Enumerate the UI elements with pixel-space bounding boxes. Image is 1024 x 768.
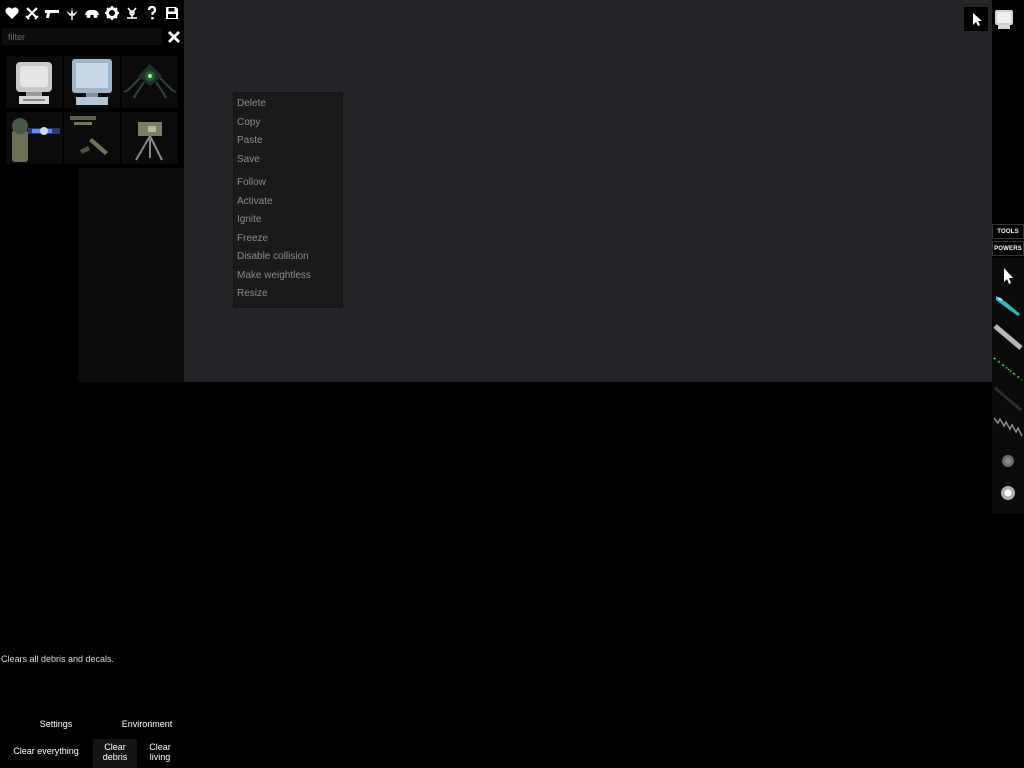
clear-debris-button[interactable]: Clear debris xyxy=(93,739,137,768)
tool-select[interactable] xyxy=(992,260,1024,290)
grey-rod-icon xyxy=(993,324,1023,350)
item-camera-tripod[interactable] xyxy=(122,112,178,164)
gear-icon[interactable] xyxy=(104,5,120,21)
clear-everything-button[interactable]: Clear everything xyxy=(6,746,86,756)
game-screen: Delete Copy Paste Save Follow Activate I… xyxy=(0,0,1024,768)
context-menu: Delete Copy Paste Save Follow Activate I… xyxy=(233,92,343,308)
filter-row xyxy=(0,28,184,46)
cursor-icon xyxy=(1004,268,1013,284)
cyan-blade-icon xyxy=(996,296,1020,316)
tab-powers[interactable]: POWERS xyxy=(992,241,1024,256)
menu-item-resize[interactable]: Resize xyxy=(237,288,268,299)
menu-item-delete[interactable]: Delete xyxy=(237,98,266,109)
filter-input[interactable] xyxy=(2,28,162,45)
item-plasma-turret[interactable] xyxy=(6,112,62,164)
spider-robot-icon xyxy=(123,64,177,99)
tool-dark-rod[interactable] xyxy=(992,384,1024,414)
tool-grey-rod[interactable] xyxy=(992,322,1024,352)
menu-item-activate[interactable]: Activate xyxy=(237,196,273,207)
crt-monitor-blue-icon xyxy=(72,59,112,105)
vehicle-icon[interactable] xyxy=(84,5,100,21)
item-rifle-parts[interactable] xyxy=(64,112,120,164)
clear-living-button[interactable]: Clear living xyxy=(142,742,178,762)
crossed-swords-icon[interactable] xyxy=(24,5,40,21)
contraption-button[interactable] xyxy=(992,7,1016,31)
menu-item-make-weightless[interactable]: Make weightless xyxy=(237,270,311,281)
menu-item-freeze[interactable]: Freeze xyxy=(237,233,268,244)
crt-monitor-grey-icon xyxy=(16,62,52,104)
hint-text: Clears all debris and decals. xyxy=(1,654,115,664)
item-crt-monitor-blue[interactable] xyxy=(64,56,120,108)
rifle-parts-icon xyxy=(70,116,108,155)
menu-item-follow[interactable]: Follow xyxy=(237,177,266,188)
dark-rod-icon xyxy=(994,386,1022,412)
save-icon[interactable] xyxy=(164,5,180,21)
close-icon[interactable] xyxy=(166,29,182,45)
tool-strip xyxy=(992,258,1024,514)
tab-tools[interactable]: TOOLS xyxy=(992,224,1024,239)
heart-icon[interactable] xyxy=(4,5,20,21)
select-mode-button[interactable] xyxy=(964,7,988,31)
tool-zigzag[interactable] xyxy=(992,414,1024,444)
white-orb-icon xyxy=(1001,486,1015,500)
menu-item-disable-collision[interactable]: Disable collision xyxy=(237,251,309,262)
grey-orb-icon xyxy=(1002,455,1014,467)
settings-button[interactable]: Settings xyxy=(28,719,84,729)
green-dotted-line-icon xyxy=(993,357,1023,381)
environment-button[interactable]: Environment xyxy=(114,719,180,729)
tool-cyan-blade[interactable] xyxy=(992,290,1024,320)
menu-item-ignite[interactable]: Ignite xyxy=(237,214,261,225)
biohazard-icon[interactable] xyxy=(124,5,140,21)
menu-item-paste[interactable]: Paste xyxy=(237,135,263,146)
pistol-icon[interactable] xyxy=(44,5,60,21)
item-spider-robot[interactable] xyxy=(122,56,178,108)
plasma-turret-icon xyxy=(12,118,60,162)
item-crt-monitor-grey[interactable] xyxy=(6,56,62,108)
item-panel xyxy=(0,48,184,382)
clear-debris-label: Clear debris xyxy=(102,742,128,762)
cannabis-leaf-icon[interactable] xyxy=(64,5,80,21)
cursor-icon xyxy=(973,13,982,26)
camera-tripod-icon xyxy=(135,122,163,161)
panel-shade xyxy=(78,168,184,382)
item-grid xyxy=(6,56,182,168)
zigzag-icon xyxy=(993,417,1023,437)
tool-green-dotted-line[interactable] xyxy=(992,354,1024,384)
menu-item-copy[interactable]: Copy xyxy=(237,117,260,128)
question-icon[interactable] xyxy=(144,5,160,21)
crt-monitor-icon xyxy=(995,10,1013,29)
tool-white-orb[interactable] xyxy=(992,478,1024,508)
tool-grey-orb[interactable] xyxy=(992,446,1024,476)
menu-item-save[interactable]: Save xyxy=(237,154,260,165)
category-bar xyxy=(0,0,184,26)
